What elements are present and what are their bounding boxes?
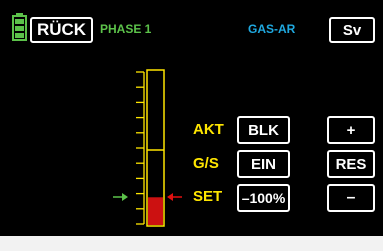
- row-label-gs: G/S: [193, 155, 219, 172]
- row-label-akt: AKT: [193, 121, 224, 138]
- increase-button[interactable]: +: [327, 116, 375, 144]
- set-value-field[interactable]: –100%: [237, 184, 290, 212]
- battery-icon: [12, 13, 27, 41]
- sv-button[interactable]: Sv: [329, 17, 375, 43]
- back-button[interactable]: RÜCK: [30, 17, 93, 43]
- transmitter-screen: RÜCK PHASE 1 GAS-AR Sv AKT G/S SET BLK E…: [0, 0, 383, 251]
- arrow-right-icon: [113, 189, 129, 201]
- gs-value-field[interactable]: EIN: [237, 150, 290, 178]
- reset-button[interactable]: RES: [327, 150, 375, 178]
- function-title: GAS-AR: [248, 22, 296, 36]
- arrow-left-icon: [166, 189, 182, 201]
- decrease-button[interactable]: –: [327, 184, 375, 212]
- gauge-scale: [136, 71, 145, 225]
- gas-gauge: [118, 68, 186, 228]
- phase-label: PHASE 1: [100, 22, 152, 36]
- gauge-fill: [148, 197, 163, 225]
- akt-value-field[interactable]: BLK: [237, 116, 290, 144]
- row-label-set: SET: [193, 188, 223, 205]
